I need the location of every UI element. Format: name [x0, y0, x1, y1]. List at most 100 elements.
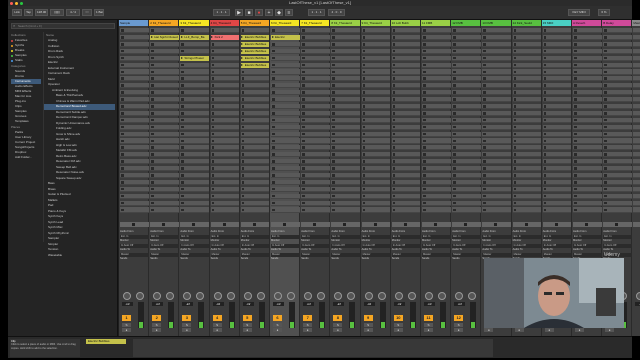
solo-button[interactable]: S: [454, 323, 464, 327]
clip-play-icon[interactable]: [180, 35, 183, 38]
clip-slot[interactable]: [633, 193, 640, 199]
volume-readout[interactable]: -inf: [635, 302, 640, 306]
track-header[interactable]: 11 FMB: [421, 20, 451, 26]
clip-play-icon[interactable]: [241, 35, 244, 38]
clip-slot[interactable]: [633, 55, 640, 61]
clip-slot[interactable]: [271, 145, 300, 151]
clip-slot[interactable]: [150, 83, 179, 89]
clip-slot[interactable]: [603, 76, 632, 82]
clip-slot[interactable]: [150, 159, 179, 165]
clip-slot[interactable]: [180, 159, 209, 165]
clip-slot[interactable]: [633, 97, 640, 103]
monitor-select[interactable]: In Auto Off: [180, 243, 209, 248]
clip-slot[interactable]: [361, 48, 391, 54]
clip-slot[interactable]: [271, 186, 300, 192]
track-header[interactable]: 9 Kit_Thesaurd: [360, 20, 390, 26]
clip-slot[interactable]: [512, 41, 542, 47]
volume-readout[interactable]: -inf: [333, 302, 345, 306]
clip-slot[interactable]: [120, 159, 149, 165]
clip-slot[interactable]: [210, 179, 240, 185]
stop-all-clips-button[interactable]: [542, 222, 572, 227]
clip-slot-filled[interactable]: Electric Bubbles: [240, 34, 270, 41]
volume-readout[interactable]: -inf: [152, 302, 164, 306]
clip-slot[interactable]: [120, 207, 149, 213]
browser-file-item[interactable]: Wavetable: [44, 253, 115, 259]
clip-slot[interactable]: [361, 159, 391, 165]
clip-slot[interactable]: [361, 193, 391, 199]
monitor-select[interactable]: In Auto Off: [573, 243, 602, 248]
clip-slot[interactable]: [240, 166, 270, 172]
clip-slot[interactable]: [633, 131, 640, 137]
track-activator-button[interactable]: 8: [333, 315, 343, 321]
clip-slot[interactable]: [603, 193, 632, 199]
clip-slot[interactable]: [391, 103, 421, 110]
clip-slot[interactable]: [512, 83, 542, 89]
clip-slot-filled[interactable]: Electric: [271, 34, 300, 41]
clip-slot[interactable]: [301, 172, 330, 179]
send-b-knob[interactable]: [256, 292, 265, 300]
clip-slot[interactable]: [542, 48, 572, 54]
clip-slot[interactable]: [331, 172, 360, 179]
clip-play-icon[interactable]: [241, 56, 244, 59]
volume-readout[interactable]: -inf: [273, 302, 284, 306]
clip-slot[interactable]: [271, 172, 300, 179]
clip-slot[interactable]: [150, 62, 179, 68]
clip-slot[interactable]: [271, 159, 300, 165]
send-b-knob[interactable]: [166, 292, 175, 300]
clip-slot[interactable]: [180, 48, 209, 54]
clip-slot[interactable]: [301, 41, 330, 47]
clip-slot[interactable]: [573, 159, 602, 165]
track-activator-button[interactable]: 11: [424, 315, 433, 321]
track-header[interactable]: 4 Kit_Thesaurd: [209, 20, 239, 26]
clip-slot[interactable]: [271, 152, 300, 158]
clip-slot[interactable]: [120, 179, 149, 185]
collection-item[interactable]: Stabs: [11, 58, 41, 63]
arm-button[interactable]: ●: [575, 328, 584, 332]
monitor-select[interactable]: In Auto Off: [271, 243, 300, 248]
clip-slot[interactable]: [573, 193, 602, 199]
clip-slot[interactable]: [331, 117, 360, 123]
clip-slot[interactable]: [210, 159, 240, 165]
clip-slot[interactable]: [482, 138, 511, 144]
send-a-knob[interactable]: [455, 292, 464, 300]
track-header[interactable]: 7 Kit_Thesaurd: [300, 20, 330, 26]
track-activator-button[interactable]: 1: [122, 315, 131, 321]
clip-slot[interactable]: [301, 193, 330, 199]
clip-slot[interactable]: [573, 200, 602, 206]
clip-slot[interactable]: [512, 186, 542, 192]
clip-slot[interactable]: [361, 41, 391, 47]
volume-readout[interactable]: -inf: [454, 302, 466, 306]
clip-slot[interactable]: [422, 166, 451, 172]
clip-slot[interactable]: [150, 166, 179, 172]
clip-slot[interactable]: [271, 90, 300, 96]
clip-slot[interactable]: [422, 200, 451, 206]
clip-slot[interactable]: [452, 131, 481, 137]
clip-slot-filled[interactable]: Electric Bubbles: [240, 55, 270, 61]
clip-slot[interactable]: [331, 48, 360, 54]
clip-slot[interactable]: [422, 186, 451, 192]
clip-slot[interactable]: [452, 172, 481, 179]
clip-slot[interactable]: [331, 152, 360, 158]
clip-slot[interactable]: [150, 76, 179, 82]
clip-slot[interactable]: [240, 159, 270, 165]
clip-slot[interactable]: [482, 207, 511, 213]
clip-slot[interactable]: [542, 159, 572, 165]
solo-button[interactable]: S: [182, 323, 192, 327]
clip-slot[interactable]: [240, 145, 270, 151]
clip-slot[interactable]: [361, 145, 391, 151]
clip-slot[interactable]: [331, 55, 360, 61]
clip-slot[interactable]: [542, 131, 572, 137]
clip-slot[interactable]: [210, 117, 240, 123]
clip-slot[interactable]: [120, 193, 149, 199]
audio-to-select[interactable]: Master: [331, 252, 360, 257]
clip-slot[interactable]: [391, 159, 421, 165]
arm-button[interactable]: ●: [393, 328, 403, 332]
clip-slot[interactable]: [512, 124, 542, 130]
track-header[interactable]: 3 Kit_Thesaurd: [179, 20, 209, 26]
audio-to-select[interactable]: Master: [512, 252, 542, 257]
clip-slot[interactable]: [180, 117, 209, 123]
monitor-select[interactable]: In Auto Off: [120, 243, 149, 248]
clip-slot[interactable]: [603, 41, 632, 47]
arm-button[interactable]: ●: [182, 328, 192, 332]
clip-slot[interactable]: [240, 131, 270, 137]
